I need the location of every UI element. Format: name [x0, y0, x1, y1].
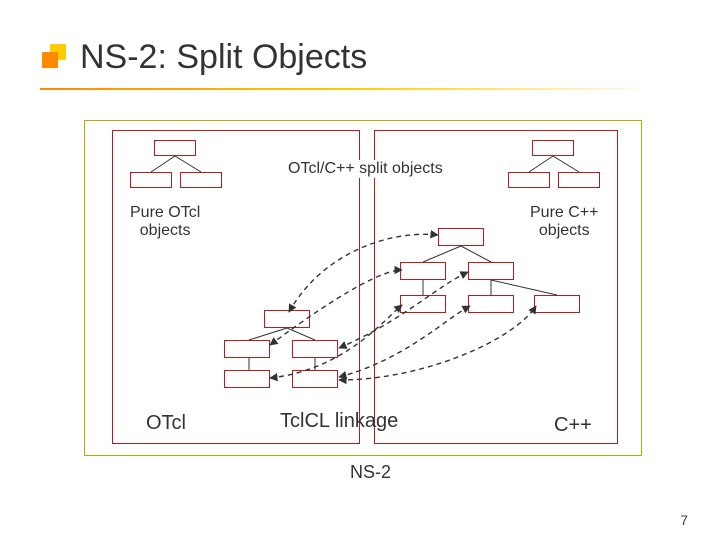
pure-otcl-child-l [130, 172, 172, 188]
bullet-orange [42, 52, 58, 68]
pure-cpp-root [532, 140, 574, 156]
cpp-split-r [468, 262, 514, 280]
diagram: OTcl/C++ split objects Pure OTcl objects… [84, 120, 644, 490]
otcl-split-l [224, 340, 270, 358]
cpp-label: C++ [554, 414, 592, 437]
pure-cpp-line1: Pure C++ [530, 204, 598, 221]
otcl-split-lr [292, 370, 338, 388]
ns2-label: NS-2 [350, 462, 391, 483]
pure-otcl-line1: Pure OTcl [130, 204, 200, 221]
linkage-label: TclCL linkage [280, 410, 398, 433]
pure-otcl-root [154, 140, 196, 156]
cpp-split-root [438, 228, 484, 246]
cpp-split-ll [400, 295, 446, 313]
pure-cpp-label: Pure C++ objects [526, 204, 602, 241]
pure-cpp-line2: objects [539, 222, 590, 239]
cpp-split-lr [468, 295, 514, 313]
title-underline [40, 88, 660, 90]
otcl-label: OTcl [146, 412, 186, 435]
otcl-split-ll [224, 370, 270, 388]
split-objects-label: OTcl/C++ split objects [284, 160, 447, 178]
pure-otcl-label: Pure OTcl objects [126, 204, 204, 241]
cpp-split-l [400, 262, 446, 280]
pure-otcl-line2: objects [140, 222, 191, 239]
cpp-split-lrr [534, 295, 580, 313]
pure-cpp-child-l [508, 172, 550, 188]
slide-title: NS-2: Split Objects [80, 38, 367, 77]
pure-cpp-child-r [558, 172, 600, 188]
pure-otcl-child-r [180, 172, 222, 188]
page-number: 7 [680, 512, 688, 528]
otcl-split-root [264, 310, 310, 328]
otcl-split-r [292, 340, 338, 358]
